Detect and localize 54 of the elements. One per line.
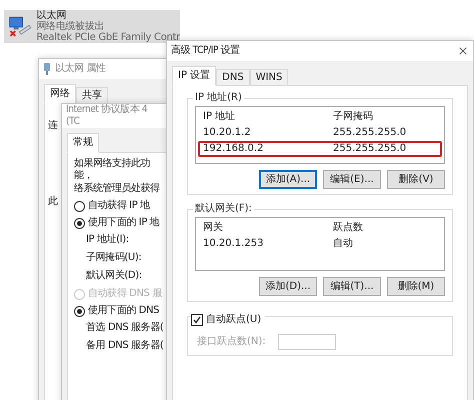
adapter-device: Realtek PCIe GbE Family Contr <box>36 32 180 43</box>
field-label: 默认网关(D): <box>85 268 142 283</box>
tab[interactable]: WINS <box>250 69 288 86</box>
radio-option[interactable]: 使用下面的 DNS <box>74 304 160 318</box>
field-label: 备用 DNS 服务器( <box>85 339 164 353</box>
dialog-button[interactable]: 删除(M) <box>387 277 445 296</box>
list-cell[interactable]: 255.255.255.0 <box>333 143 437 155</box>
dialog-button[interactable]: 添加(A)... <box>259 170 317 189</box>
dialog-button[interactable]: 编辑(E)... <box>323 170 381 189</box>
window-title: 高级 TCP/IP 设置 <box>171 45 241 57</box>
label: 此 <box>48 196 58 208</box>
list-cell[interactable]: 10.20.1.2 <box>203 127 333 139</box>
radio-button[interactable] <box>74 218 85 228</box>
radio-label: 使用下面的 IP 地 <box>88 217 160 229</box>
adapter-status: 网络电缆被拔出 <box>36 21 106 32</box>
checkbox[interactable] <box>191 314 203 326</box>
tab[interactable]: IP 设置 <box>172 66 216 86</box>
dialog-button[interactable]: 添加(D)... <box>259 277 317 296</box>
adapter-name: 以太网 <box>36 10 68 21</box>
field-label: 子网掩码(U): <box>85 251 142 265</box>
field-label: 首选 DNS 服务器( <box>85 320 164 335</box>
tab[interactable]: 常规 <box>67 133 99 153</box>
radio-option[interactable]: 使用下面的 IP 地 <box>74 216 160 230</box>
dialog-button[interactable]: 编辑(T)... <box>323 277 381 296</box>
tab[interactable]: 网络 <box>44 84 76 104</box>
radio-button[interactable] <box>74 306 85 316</box>
list-cell[interactable]: 10.20.1.253 <box>203 238 333 250</box>
radio-label: 使用下面的 DNS <box>88 305 160 317</box>
radio-option[interactable]: 自动获得 IP 地 <box>74 199 160 213</box>
description-text: 络系统管理员处获得 <box>74 183 160 195</box>
adapter-tile[interactable]: 以太网 网络电缆被拔出 Realtek PCIe GbE Family Contr <box>4 10 180 43</box>
column-header: 跃点数 <box>333 222 364 234</box>
network-adapter-icon <box>43 63 51 75</box>
field-label: 接口跃点数(N): <box>197 336 266 348</box>
list-cell[interactable]: 255.255.255.0 <box>333 127 437 139</box>
label: 连 <box>48 120 58 132</box>
tab[interactable]: 共享 <box>76 87 108 104</box>
description-text: 如果网络支持此功能， <box>74 158 151 182</box>
column-header: IP 地址 <box>203 111 236 123</box>
group-label: 默认网关(F): <box>193 203 254 215</box>
radio-label: 自动获得 IP 地 <box>88 200 150 212</box>
column-header: 子网掩码 <box>333 111 374 123</box>
list-cell[interactable]: 自动 <box>333 238 437 250</box>
close-icon[interactable] <box>457 45 469 57</box>
radio-button[interactable] <box>74 200 85 212</box>
dialog-button[interactable]: 删除(V) <box>387 170 445 189</box>
field-label: IP 地址(I): <box>85 232 129 247</box>
group-label: IP 地址(R) <box>193 92 244 104</box>
column-header: 网关 <box>203 222 224 234</box>
radio-label: 自动获得 DNS 服 <box>88 288 162 300</box>
checkbox-label: 自动跃点(U) <box>206 314 262 326</box>
tab[interactable]: DNS <box>216 69 250 86</box>
list-cell[interactable]: 192.168.0.2 <box>203 143 333 155</box>
window-title: 以太网 属性 <box>55 63 106 75</box>
